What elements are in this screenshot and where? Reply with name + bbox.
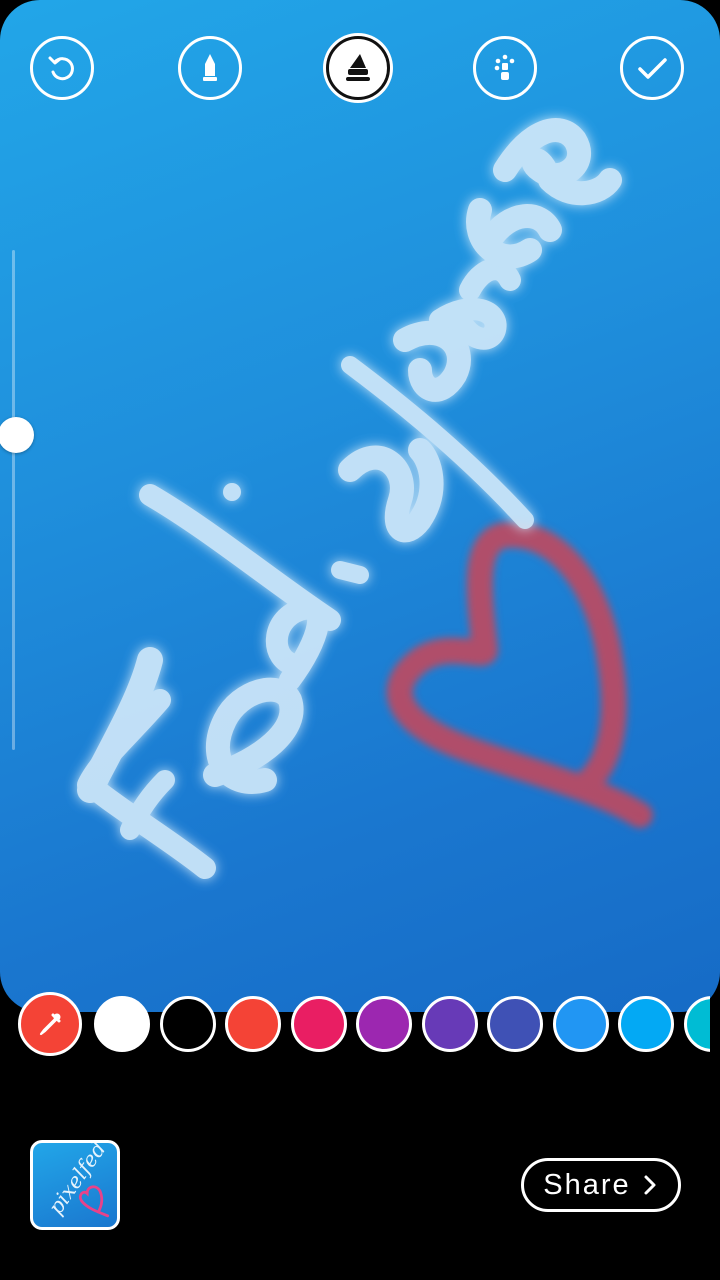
eyedropper-icon <box>39 1013 61 1036</box>
done-button[interactable] <box>620 36 684 100</box>
color-swatch[interactable] <box>356 996 412 1052</box>
drawing-canvas[interactable] <box>0 0 720 1012</box>
story-thumbnail[interactable]: pixelfed <box>30 1140 120 1230</box>
color-swatch[interactable] <box>94 996 150 1052</box>
brush-size-track[interactable] <box>12 250 15 750</box>
heart-drawing <box>386 521 653 828</box>
color-swatch[interactable] <box>487 996 543 1052</box>
chevron-right-icon <box>644 1175 656 1195</box>
color-swatch[interactable] <box>618 996 674 1052</box>
thumbnail-drawing: pixelfed <box>43 1143 110 1219</box>
neon-brush-tool-button[interactable] <box>326 36 390 100</box>
checkmark-icon <box>638 58 667 79</box>
color-swatch[interactable] <box>421 996 478 1052</box>
marker-tool-button[interactable] <box>178 36 242 100</box>
undo-button[interactable] <box>30 36 94 100</box>
neon-brush-icon <box>346 54 370 81</box>
eraser-icon <box>494 54 515 80</box>
story-editor-screen: pixelfed Share <box>0 0 720 1280</box>
drawing-layer <box>77 118 653 879</box>
share-button[interactable]: Share <box>521 1158 681 1212</box>
color-swatch[interactable] <box>290 996 347 1052</box>
share-label: Share <box>543 1168 631 1201</box>
color-swatch[interactable] <box>552 996 609 1052</box>
undo-icon <box>48 56 74 81</box>
eyedropper-button[interactable] <box>18 992 82 1056</box>
eraser-tool-button[interactable] <box>473 36 537 100</box>
color-swatch[interactable] <box>225 996 281 1052</box>
color-swatch[interactable] <box>159 996 216 1052</box>
marker-icon <box>203 54 217 81</box>
color-swatch[interactable] <box>683 996 710 1052</box>
color-palette <box>0 992 710 1056</box>
